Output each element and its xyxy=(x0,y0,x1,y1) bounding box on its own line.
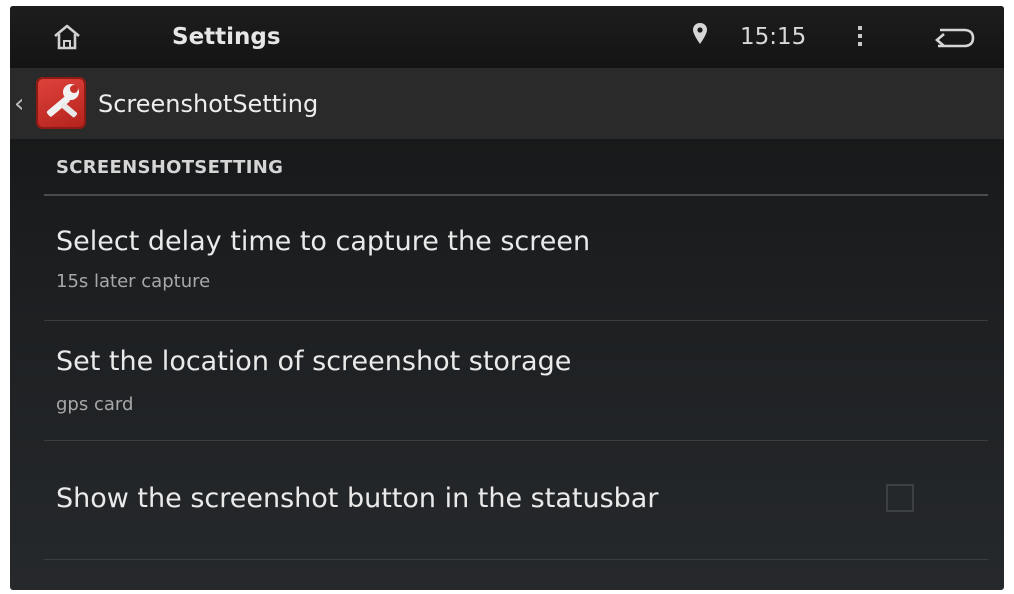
device-screen: Settings 15:15 ‹ ScreenshotSetting SCREE… xyxy=(10,6,1004,590)
location-pin-icon xyxy=(692,22,708,46)
pref-title: Select delay time to capture the screen xyxy=(56,226,591,257)
list-divider xyxy=(44,559,988,560)
pref-summary: 15s later capture xyxy=(56,271,211,292)
status-bar-title: Settings xyxy=(172,24,281,50)
overflow-menu-icon[interactable] xyxy=(856,24,864,48)
action-bar[interactable]: ‹ ScreenshotSetting xyxy=(10,69,1004,139)
section-header: SCREENSHOTSETTING xyxy=(56,157,284,178)
pref-delay-time[interactable]: Select delay time to capture the screen … xyxy=(44,206,988,320)
back-icon[interactable] xyxy=(932,26,976,50)
status-bar: Settings 15:15 xyxy=(10,6,1004,69)
statusbar-button-checkbox[interactable] xyxy=(886,484,914,512)
section-divider xyxy=(44,194,988,196)
up-chevron-icon[interactable]: ‹ xyxy=(14,87,24,121)
status-bar-time: 15:15 xyxy=(740,24,807,50)
home-icon[interactable] xyxy=(52,24,82,50)
action-bar-title: ScreenshotSetting xyxy=(98,90,319,118)
pref-storage-location[interactable]: Set the location of screenshot storage g… xyxy=(44,321,988,440)
pref-title: Show the screenshot button in the status… xyxy=(56,483,659,514)
pref-summary: gps card xyxy=(56,394,134,415)
screenshot-settings-app-icon xyxy=(36,77,86,129)
pref-statusbar-button[interactable]: Show the screenshot button in the status… xyxy=(44,441,988,559)
pref-title: Set the location of screenshot storage xyxy=(56,346,572,377)
